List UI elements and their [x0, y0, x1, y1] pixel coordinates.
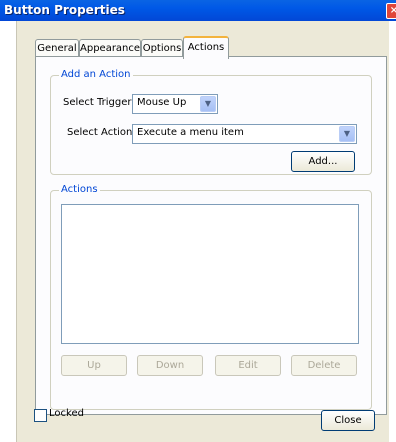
- add-action-group: Add an Action Select Trigger: Mouse Up ▼…: [50, 69, 372, 175]
- tab-options[interactable]: Options: [141, 39, 183, 57]
- locked-label[interactable]: Locked: [49, 408, 84, 419]
- trigger-value: Mouse Up: [137, 97, 187, 108]
- actions-panel: Add an Action Select Trigger: Mouse Up ▼…: [35, 56, 387, 415]
- actions-group: Actions Up Down Edit Delete: [50, 184, 372, 410]
- delete-button[interactable]: Delete: [291, 355, 357, 376]
- tab-general[interactable]: General: [35, 39, 79, 57]
- add-action-legend: Add an Action: [59, 69, 133, 80]
- chevron-down-icon: ▼: [339, 126, 355, 142]
- window-title: Button Properties: [4, 3, 125, 17]
- trigger-select[interactable]: Mouse Up ▼: [132, 94, 218, 114]
- add-button[interactable]: Add...: [291, 151, 355, 172]
- actions-list[interactable]: [61, 204, 359, 344]
- action-select[interactable]: Execute a menu item ▼: [132, 124, 357, 144]
- down-button[interactable]: Down: [137, 355, 203, 376]
- locked-checkbox[interactable]: [34, 409, 47, 422]
- tab-actions[interactable]: Actions: [183, 36, 229, 59]
- close-window-icon[interactable]: ×: [386, 3, 396, 19]
- actions-legend: Actions: [59, 184, 100, 195]
- chevron-down-icon: ▼: [200, 96, 216, 112]
- close-button[interactable]: Close: [321, 410, 375, 431]
- title-bar: Button Properties ×: [0, 0, 396, 21]
- action-label: Select Action:: [67, 127, 136, 138]
- dialog-body: General Appearance Options Actions Add a…: [16, 21, 389, 442]
- tab-appearance[interactable]: Appearance: [79, 39, 141, 57]
- up-button[interactable]: Up: [61, 355, 127, 376]
- trigger-label: Select Trigger:: [63, 97, 135, 108]
- edit-button[interactable]: Edit: [215, 355, 281, 376]
- action-value: Execute a menu item: [137, 127, 244, 138]
